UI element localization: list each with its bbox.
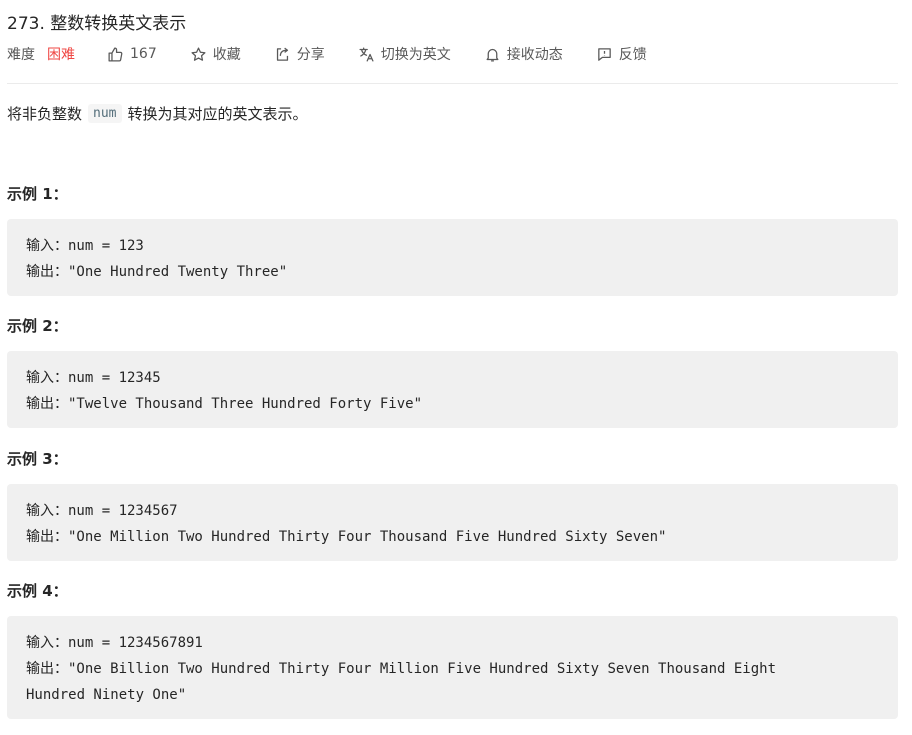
output-value: "Twelve Thousand Three Hundred Forty Fiv…: [68, 396, 423, 412]
description-suffix: 转换为其对应的英文表示。: [127, 105, 308, 123]
like-count: 167: [130, 46, 157, 62]
example-output-line: 输出："One Hundred Twenty Three": [26, 259, 880, 285]
bell-icon: [486, 48, 499, 62]
switch-language-label: 切换为英文: [380, 47, 451, 63]
share-button[interactable]: 分享: [274, 44, 325, 64]
example-code-block: 输入：num = 123 输出："One Hundred Twenty Thre…: [7, 219, 898, 296]
output-label: 输出：: [26, 661, 68, 677]
example-output-continuation: Hundred Ninety One": [26, 687, 187, 703]
output-value: "One Hundred Twenty Three": [68, 264, 288, 280]
problem-toolbar: 难度 困难 167 收藏 分享 切换为英文 接收动态 反馈: [7, 43, 647, 65]
example-code-block: 输入：num = 1234567 输出："One Million Two Hun…: [7, 484, 898, 561]
switch-language-button[interactable]: 切换为英文: [358, 44, 451, 64]
output-label: 输出：: [26, 529, 68, 545]
input-label: 输入：: [26, 370, 68, 386]
description-prefix: 将非负整数: [7, 105, 83, 123]
input-value: num = 12345: [68, 370, 161, 386]
example-output-line: 输出："One Million Two Hundred Thirty Four …: [26, 524, 880, 550]
inline-code-num: num: [88, 104, 122, 123]
example-input-line: 输入：num = 1234567891: [26, 630, 880, 656]
input-label: 输入：: [26, 238, 68, 254]
example-heading: 示例 1：: [7, 185, 68, 203]
example-heading: 示例 3：: [7, 450, 68, 468]
problem-description: 将非负整数 num 转换为其对应的英文表示。: [7, 103, 308, 124]
output-value: "One Million Two Hundred Thirty Four Tho…: [68, 529, 667, 545]
example-input-line: 输入：num = 1234567: [26, 498, 880, 524]
example-code-block: 输入：num = 1234567891 输出："One Billion Two …: [7, 616, 898, 719]
subscribe-button[interactable]: 接收动态: [484, 44, 563, 64]
favorite-label: 收藏: [212, 47, 241, 63]
example-input-line: 输入：num = 12345: [26, 365, 880, 391]
example-heading: 示例 2：: [7, 317, 68, 335]
input-value: num = 1234567891: [68, 635, 203, 651]
example-input-line: 输入：num = 123: [26, 233, 880, 259]
input-label: 输入：: [26, 503, 68, 519]
example-output-line: 输出："Twelve Thousand Three Hundred Forty …: [26, 391, 880, 417]
output-value: "One Billion Two Hundred Thirty Four Mil…: [68, 661, 777, 677]
example-code-block: 输入：num = 12345 输出："Twelve Thousand Three…: [7, 351, 898, 428]
favorite-button[interactable]: 收藏: [190, 44, 241, 64]
example-heading: 示例 4：: [7, 582, 68, 600]
feedback-button[interactable]: 反馈: [596, 44, 647, 64]
share-label: 分享: [296, 47, 325, 63]
feedback-label: 反馈: [618, 47, 647, 63]
input-label: 输入：: [26, 635, 68, 651]
problem-title: 273. 整数转换英文表示: [7, 14, 187, 34]
translate-icon: [359, 46, 374, 62]
header-divider: [7, 83, 898, 84]
input-value: num = 1234567: [68, 503, 178, 519]
feedback-icon: [597, 47, 611, 61]
difficulty-badge: 困难: [47, 47, 75, 63]
share-icon: [276, 47, 288, 61]
like-button[interactable]: 167: [107, 46, 157, 63]
star-icon: [191, 46, 206, 61]
output-label: 输出：: [26, 264, 68, 280]
subscribe-label: 接收动态: [506, 47, 563, 63]
thumbs-up-icon: [108, 46, 123, 62]
example-output-line: 输出："One Billion Two Hundred Thirty Four …: [26, 656, 880, 682]
output-label: 输出：: [26, 396, 68, 412]
input-value: num = 123: [68, 238, 144, 254]
difficulty-label: 难度: [7, 47, 35, 63]
